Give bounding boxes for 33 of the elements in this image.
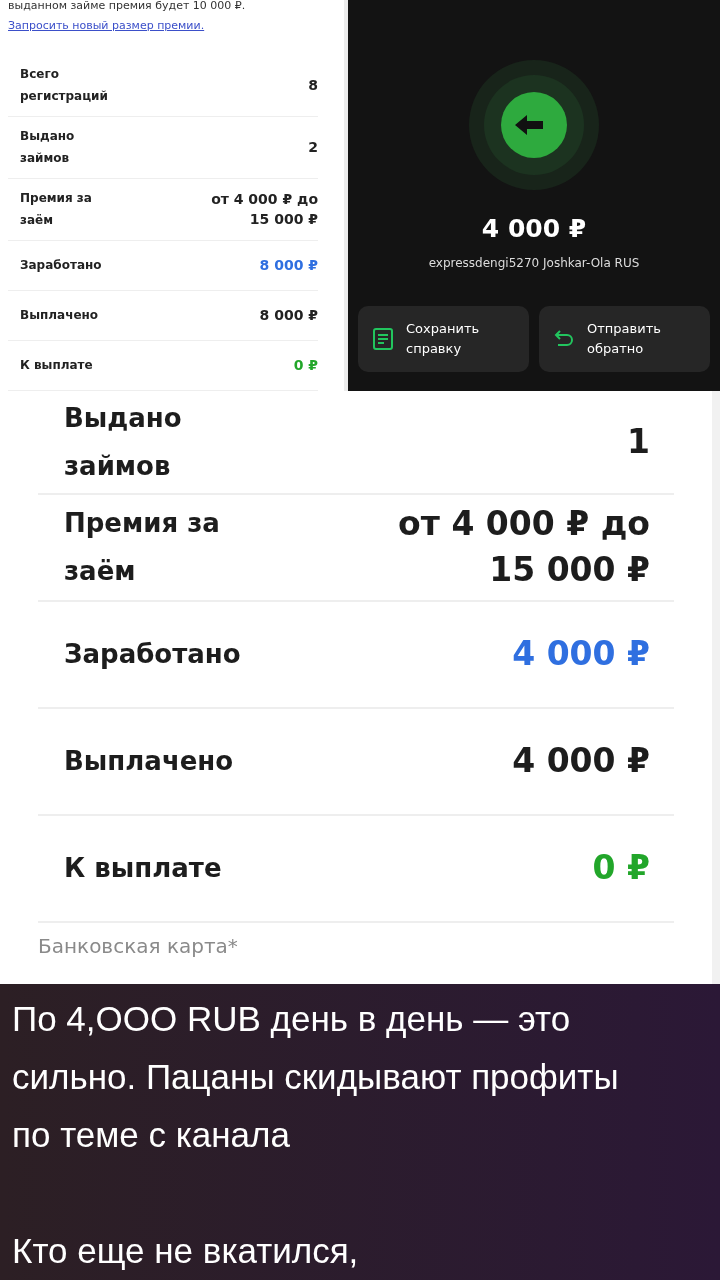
document-icon [372, 326, 394, 351]
caption-text: Кто еще не вкатился, [12, 1230, 360, 1272]
stat-value: 0 ₽ [591, 847, 650, 889]
incoming-transfer-icon [469, 60, 599, 190]
stat-value: 0 ₽ [292, 356, 318, 375]
stat-label: Заработано [64, 638, 242, 671]
field-label: Банковская карта* [38, 932, 239, 960]
stat-label: Выплачено [64, 745, 235, 778]
stat-label: Выплачено [20, 307, 100, 324]
merchant-name: expressdengi5270 Joshkar-Ola RUS [428, 254, 640, 272]
stat-label: К выплате [64, 852, 223, 885]
stat-value: 4 000 ₽ [511, 740, 650, 782]
stat-label: Выдано займов [20, 128, 76, 167]
note-text: выданном займе премия будет 10 000 ₽. [8, 0, 247, 12]
stat-value: 2 [307, 138, 318, 157]
action-button[interactable]: Сохранить справку [358, 305, 529, 372]
stat-label: Премия за заём [64, 507, 221, 588]
stat-value: 4 000 ₽ [511, 633, 650, 675]
stat-value: 1 [626, 420, 650, 463]
stat-label: К выплате [20, 357, 94, 374]
stat-label: Выдано займов [64, 401, 183, 483]
caption-text: По 4,ООО RUB день в день — это сильно. Пацаны скидывают профиты по теме с канала [12, 998, 620, 1156]
action-button[interactable]: Отправить обратно [539, 305, 710, 372]
request-link[interactable]: Запросить новый размер премии. [8, 18, 318, 35]
stat-label: Премия за заём [20, 190, 93, 229]
stat-value: от 4 000 ₽ до 15 000 ₽ [210, 190, 318, 229]
stat-value: 8 [307, 76, 318, 95]
stat-label: Заработано [20, 257, 103, 274]
stat-label: Всего регистраций [20, 66, 109, 105]
stat-value: от 4 000 ₽ до 15 000 ₽ [397, 503, 650, 591]
amount: 4 000 ₽ [481, 213, 587, 245]
stat-value: 8 000 ₽ [258, 256, 318, 275]
stat-value: 8 000 ₽ [258, 306, 318, 325]
